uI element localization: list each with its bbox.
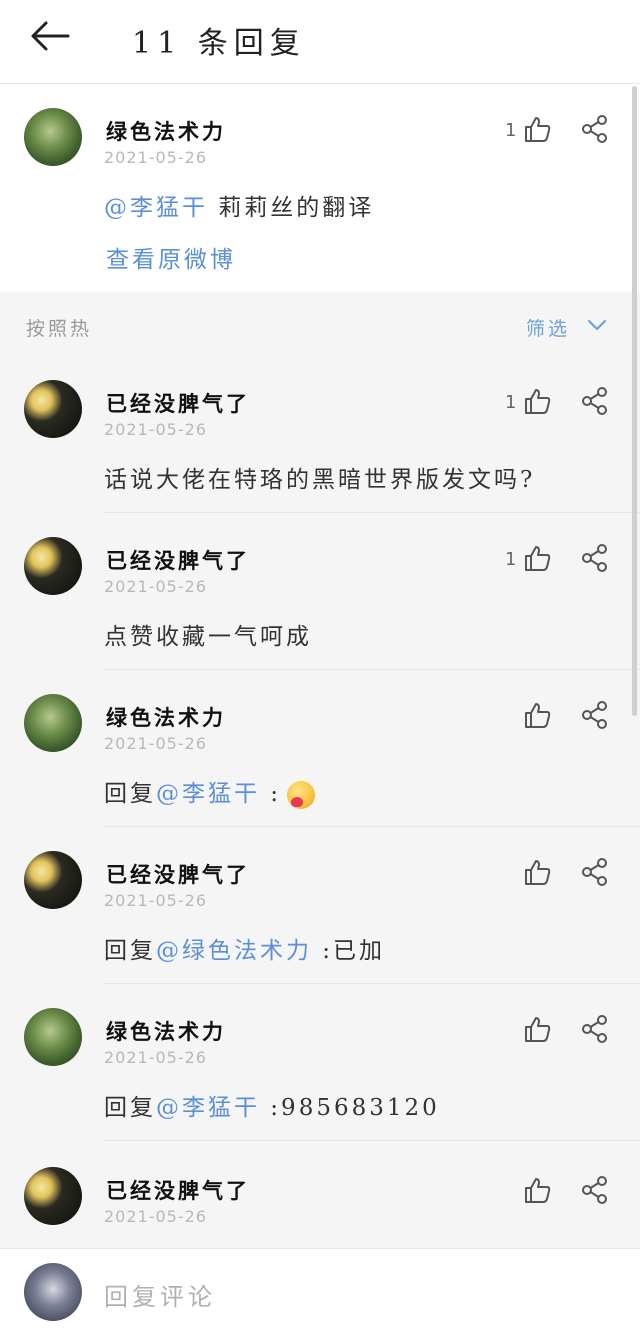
reply-prefix: 回复 [104,781,156,807]
comment-body: 点赞收藏一气呵成 [104,624,312,650]
comment-body: :985683120 [260,1095,440,1121]
username[interactable]: 绿色法术力 [106,116,226,146]
scrollbar[interactable] [632,86,637,716]
comment-date: 2021-05-26 [104,891,207,910]
comment-text: 回复@李猛干 : [104,774,316,809]
thumbs-up-icon[interactable] [522,386,552,416]
thumbs-up-icon[interactable] [522,114,552,144]
reply-item: 绿色法术力 2021-05-26 回复@李猛干 :985683120 [0,984,640,1141]
chevron-down-icon[interactable] [586,314,608,336]
username[interactable]: 绿色法术力 [106,702,226,732]
top-bar: 11 条回复 [0,0,640,84]
like-count: 1 [505,392,517,413]
thumbs-up-icon[interactable] [522,700,552,730]
mention-link[interactable]: @李猛干 [104,195,208,221]
avatar[interactable] [24,851,82,909]
reply-bar: 回复评论 [0,1248,640,1333]
avatar[interactable] [24,108,82,166]
username[interactable]: 已经没脾气了 [106,859,250,889]
comment-date: 2021-05-26 [104,1048,207,1067]
avatar[interactable] [24,694,82,752]
username[interactable]: 绿色法术力 [106,1016,226,1046]
share-icon[interactable] [580,1175,610,1205]
like-count: 1 [505,549,517,570]
comment-date: 2021-05-26 [104,734,207,753]
share-icon[interactable] [580,1014,610,1044]
current-user-avatar [24,1263,82,1321]
mention-link[interactable]: @李猛干 [156,781,260,807]
reply-item: 已经没脾气了 2021-05-26 回复@绿色法术力 :已加 [0,827,640,984]
thumbs-up-icon[interactable] [522,543,552,573]
kiss-emoji-icon [287,781,316,809]
sort-label[interactable]: 按照热 [26,314,92,341]
thumbs-up-icon[interactable] [522,1014,552,1044]
username[interactable]: 已经没脾气了 [106,1175,250,1205]
comment-date: 2021-05-26 [104,577,207,596]
share-icon[interactable] [580,700,610,730]
comment-text: 回复@李猛干 :985683120 [104,1088,440,1122]
view-original-link[interactable]: 查看原微博 [106,240,236,274]
avatar[interactable] [24,1167,82,1225]
share-icon[interactable] [580,114,610,144]
comment-body: :已加 [312,938,386,964]
reply-item: 已经没脾气了 2021-05-26 1 话说大佬在特珞的黑暗世界版发文吗? [0,356,640,513]
page-title: 11 条回复 [132,26,306,61]
share-icon[interactable] [580,857,610,887]
share-icon[interactable] [580,543,610,573]
mention-link[interactable]: @绿色法术力 [156,938,312,964]
comment-date: 2021-05-26 [104,420,207,439]
like-count: 1 [505,120,517,141]
reply-item: 已经没脾气了 2021-05-26 [0,1141,640,1248]
comment-date: 2021-05-26 [104,148,207,167]
avatar[interactable] [24,380,82,438]
avatar[interactable] [24,537,82,595]
reply-prefix: 回复 [104,938,156,964]
comment-body: 莉莉丝的翻译 [208,195,375,221]
main-comment: 绿色法术力 2021-05-26 1 @李猛干 莉莉丝的翻译 查看原微博 [0,84,640,292]
reply-item: 绿色法术力 2021-05-26 回复@李猛干 : [0,670,640,827]
comment-text: 回复@绿色法术力 :已加 [104,931,385,965]
username[interactable]: 已经没脾气了 [106,388,250,418]
comment-body: : [260,781,282,807]
reply-input[interactable]: 回复评论 [104,1277,216,1312]
avatar[interactable] [24,1008,82,1066]
username[interactable]: 已经没脾气了 [106,545,250,575]
comment-text: 点赞收藏一气呵成 [104,617,312,651]
reply-prefix: 回复 [104,1095,156,1121]
sort-bar: 按照热 筛选 [0,292,640,356]
thumbs-up-icon[interactable] [522,1175,552,1205]
thumbs-up-icon[interactable] [522,857,552,887]
filter-button[interactable]: 筛选 [526,314,570,341]
comment-text: 话说大佬在特珞的黑暗世界版发文吗? [104,460,535,494]
mention-link[interactable]: @李猛干 [156,1095,260,1121]
comment-text: @李猛干 莉莉丝的翻译 [104,188,374,222]
comment-body: 话说大佬在特珞的黑暗世界版发文吗? [104,467,536,493]
share-icon[interactable] [580,386,610,416]
reply-item: 已经没脾气了 2021-05-26 1 点赞收藏一气呵成 [0,513,640,670]
comment-date: 2021-05-26 [104,1207,207,1226]
back-arrow-icon[interactable] [28,18,72,54]
